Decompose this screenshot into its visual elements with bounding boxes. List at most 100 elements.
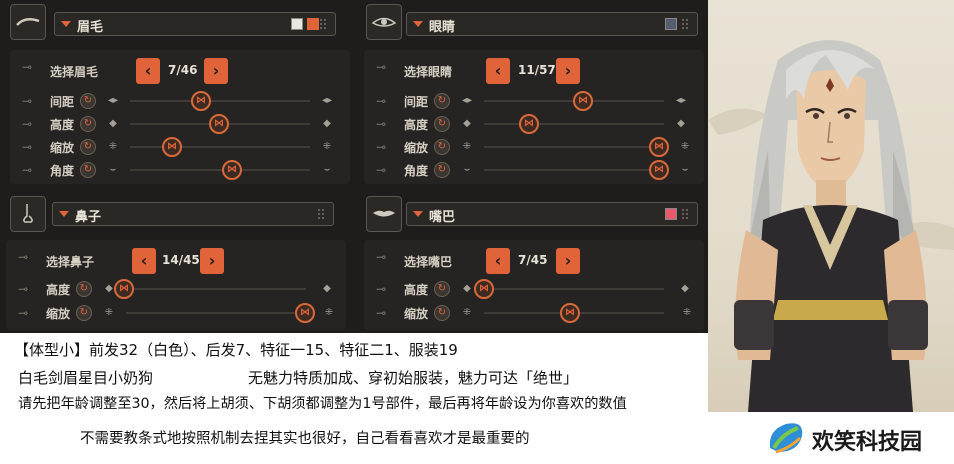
scale-icon: ⁜ [462,141,472,152]
slider-track[interactable] [484,146,664,148]
eyebrow-color-swatch[interactable] [291,18,303,30]
lock-icon[interactable]: ⊸ [18,250,32,264]
nose-select-row: ⊸ 选择鼻子 ‹ 14/45 › [6,246,346,276]
watermark-text: 欢笑科技园 [812,430,923,455]
spacing-icon: ◂▸ [321,95,333,106]
eyebrow-color-swatch-2[interactable] [307,18,319,30]
prev-nose-button[interactable]: ‹ [132,248,156,274]
slider-knob[interactable]: ⋈ [209,114,229,134]
prev-mouth-button[interactable]: ‹ [486,248,510,274]
slider-track[interactable] [484,288,664,290]
eyebrow-select-label: 选择眉毛 [50,65,99,79]
randomize-icon[interactable]: ↻ [434,281,450,297]
nose-panel: 鼻子 ⊸ 选择鼻子 ‹ 14/45 › ⊸ 高度 ↻ ◆ ⋈ ◆ ⊸ 缩放 ↻ … [0,192,350,333]
eye-color-swatch[interactable] [665,18,677,30]
eyebrow-icon[interactable] [10,4,46,40]
drag-grip-icon[interactable] [317,208,325,221]
slider-knob[interactable]: ⋈ [295,303,315,323]
randomize-icon[interactable]: ↻ [80,116,96,132]
scale-icon: ⁜ [104,307,114,318]
next-nose-button[interactable]: › [200,248,224,274]
lock-icon[interactable]: ⊸ [22,117,36,131]
chevron-down-icon [413,21,423,27]
randomize-icon[interactable]: ↻ [76,281,92,297]
nose-icon[interactable] [10,196,46,232]
slider-track[interactable] [484,169,664,171]
randomize-icon[interactable]: ↻ [80,93,96,109]
mouth-icon[interactable] [366,196,402,232]
next-mouth-button[interactable]: › [556,248,580,274]
character-illustration [708,40,954,412]
caption-line-2a: 白毛剑眉星目小奶狗 [18,369,154,387]
next-eye-button[interactable]: › [556,58,580,84]
lock-icon[interactable]: ⊸ [22,94,36,108]
next-eyebrow-button[interactable]: › [204,58,228,84]
mouth-title: 嘴巴 [429,210,456,225]
scale-icon: ⁜ [682,307,692,318]
eye-icon[interactable] [366,4,402,40]
eye-body: ⊸ 选择眼睛 ‹ 11/57 › ⊸ 间距 ↻ ◂▸ ⋈ ◂▸ ⊸ 高度 ↻ ◆ [364,50,704,184]
caption-line-1: 【体型小】前发32（白色）、后发7、特征一15、特征二1、服装19 [14,341,458,359]
lock-icon[interactable]: ⊸ [18,306,32,320]
eyebrow-title: 眉毛 [77,20,104,35]
angle-icon: ⌣ [323,164,331,175]
lock-icon[interactable]: ⊸ [22,140,36,154]
eye-dropdown[interactable]: 眼睛 [406,12,698,36]
slider-track[interactable] [130,146,310,148]
slider-track[interactable] [484,123,664,125]
drag-grip-icon[interactable] [681,208,689,221]
randomize-icon[interactable]: ↻ [80,139,96,155]
slider-track[interactable] [130,100,310,102]
lock-icon[interactable]: ⊸ [22,60,36,74]
slider-knob[interactable]: ⋈ [649,160,669,180]
height-icon: ◆ [677,118,685,129]
randomize-icon[interactable]: ↻ [434,93,450,109]
slider-knob[interactable]: ⋈ [560,303,580,323]
row-label: 高度 [50,118,75,132]
row-label: 缩放 [404,141,429,155]
lock-icon[interactable]: ⊸ [376,60,390,74]
randomize-icon[interactable]: ↻ [434,305,450,321]
slider-knob[interactable]: ⋈ [649,137,669,157]
slider-knob[interactable]: ⋈ [191,91,211,111]
slider-knob[interactable]: ⋈ [474,279,494,299]
prev-eye-button[interactable]: ‹ [486,58,510,84]
lock-icon[interactable]: ⊸ [376,117,390,131]
lock-icon[interactable]: ⊸ [376,250,390,264]
lock-icon[interactable]: ⊸ [376,306,390,320]
slider-knob[interactable]: ⋈ [519,114,539,134]
prev-eyebrow-button[interactable]: ‹ [136,58,160,84]
eyebrow-dropdown[interactable]: 眉毛 [54,12,336,36]
slider-knob[interactable]: ⋈ [222,160,242,180]
angle-icon: ⌣ [109,164,117,175]
row-label: 缩放 [46,307,71,321]
slider-track[interactable] [126,288,306,290]
slider-knob[interactable]: ⋈ [162,137,182,157]
randomize-icon[interactable]: ↻ [80,162,96,178]
lock-icon[interactable]: ⊸ [376,140,390,154]
randomize-icon[interactable]: ↻ [434,162,450,178]
mouth-header: 嘴巴 [356,192,706,232]
chevron-down-icon [61,21,71,27]
height-icon: ◆ [109,118,117,129]
slider-track[interactable] [130,169,310,171]
drag-grip-icon[interactable] [319,18,327,31]
lock-icon[interactable]: ⊸ [376,163,390,177]
mouth-dropdown[interactable]: 嘴巴 [406,202,698,226]
randomize-icon[interactable]: ↻ [76,305,92,321]
randomize-icon[interactable]: ↻ [434,139,450,155]
drag-grip-icon[interactable] [681,18,689,31]
slider-knob[interactable]: ⋈ [114,279,134,299]
caption-line-2b: 无魅力特质加成、穿初始服装，魅力可达「绝世」 [248,369,579,387]
slider-track[interactable] [126,312,306,314]
randomize-icon[interactable]: ↻ [434,116,450,132]
nose-dropdown[interactable]: 鼻子 [52,202,334,226]
slider-knob[interactable]: ⋈ [573,91,593,111]
eye-row-spacing: ⊸ 间距 ↻ ◂▸ ⋈ ◂▸ [364,90,704,112]
lock-icon[interactable]: ⊸ [18,282,32,296]
mouth-color-swatch[interactable] [665,208,677,220]
lock-icon[interactable]: ⊸ [22,163,36,177]
height-icon: ◆ [681,283,689,294]
lock-icon[interactable]: ⊸ [376,94,390,108]
lock-icon[interactable]: ⊸ [376,282,390,296]
